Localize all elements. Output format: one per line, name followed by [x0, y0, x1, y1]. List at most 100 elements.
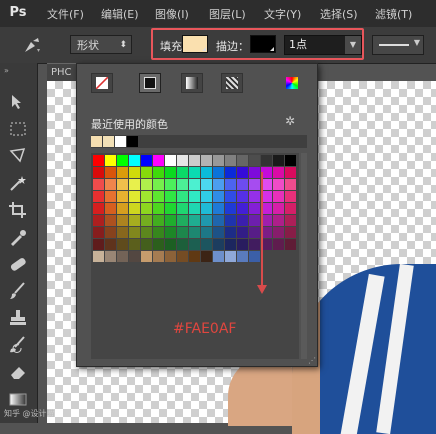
color-swatch[interactable] — [117, 167, 128, 178]
color-swatch[interactable] — [129, 191, 140, 202]
color-swatch[interactable] — [249, 155, 260, 166]
color-swatch[interactable] — [225, 215, 236, 226]
color-swatch[interactable] — [189, 191, 200, 202]
color-swatch[interactable] — [93, 179, 104, 190]
color-swatch[interactable] — [141, 227, 152, 238]
color-swatch[interactable] — [129, 155, 140, 166]
color-swatch[interactable] — [105, 251, 116, 262]
color-swatch[interactable] — [117, 179, 128, 190]
color-swatch[interactable] — [177, 203, 188, 214]
color-swatch[interactable] — [141, 155, 152, 166]
color-swatch[interactable] — [273, 239, 284, 250]
color-swatch[interactable] — [225, 155, 236, 166]
color-swatch[interactable] — [129, 179, 140, 190]
color-swatch[interactable] — [237, 167, 248, 178]
color-swatch[interactable] — [177, 215, 188, 226]
color-swatch[interactable] — [285, 155, 296, 166]
color-swatch[interactable] — [237, 179, 248, 190]
color-swatch[interactable] — [105, 191, 116, 202]
healing-brush-icon[interactable] — [8, 255, 28, 273]
recent-color-swatch[interactable] — [91, 136, 102, 147]
color-swatch[interactable] — [153, 179, 164, 190]
color-swatch[interactable] — [189, 203, 200, 214]
eraser-tool-icon[interactable] — [8, 363, 28, 381]
color-swatch[interactable] — [93, 251, 104, 262]
color-swatch[interactable] — [117, 191, 128, 202]
color-swatch[interactable] — [237, 227, 248, 238]
color-swatch[interactable] — [249, 191, 260, 202]
color-swatch[interactable] — [189, 227, 200, 238]
menu-filter[interactable]: 滤镜(T) — [375, 6, 412, 22]
color-swatch[interactable] — [285, 191, 296, 202]
lasso-tool-icon[interactable] — [8, 147, 28, 165]
color-swatch[interactable] — [153, 203, 164, 214]
color-swatch[interactable] — [249, 179, 260, 190]
color-swatch[interactable] — [201, 191, 212, 202]
shape-mode-select[interactable]: 形状 ⬍ — [70, 35, 132, 54]
color-swatch[interactable] — [153, 251, 164, 262]
color-swatch[interactable] — [237, 251, 248, 262]
color-swatch[interactable] — [285, 203, 296, 214]
color-swatch[interactable] — [105, 227, 116, 238]
menu-select[interactable]: 选择(S) — [320, 6, 358, 22]
color-swatch[interactable] — [189, 167, 200, 178]
color-swatch[interactable] — [129, 239, 140, 250]
color-swatch[interactable] — [93, 227, 104, 238]
color-swatch[interactable] — [141, 239, 152, 250]
color-swatch[interactable] — [225, 251, 236, 262]
magic-wand-icon[interactable] — [8, 174, 28, 192]
color-swatch[interactable] — [189, 239, 200, 250]
resize-grip-icon[interactable]: ⋰ — [308, 356, 316, 365]
color-swatch[interactable] — [165, 155, 176, 166]
gradient-button[interactable] — [181, 73, 203, 93]
recent-color-swatch[interactable] — [127, 136, 138, 147]
move-tool-icon[interactable] — [8, 93, 28, 111]
color-swatch[interactable] — [141, 203, 152, 214]
color-swatch[interactable] — [213, 191, 224, 202]
color-swatch[interactable] — [249, 251, 260, 262]
color-swatch[interactable] — [117, 203, 128, 214]
color-swatch[interactable] — [129, 167, 140, 178]
color-swatch[interactable] — [165, 251, 176, 262]
color-swatch[interactable] — [249, 227, 260, 238]
color-swatch[interactable] — [93, 215, 104, 226]
color-swatch[interactable] — [93, 167, 104, 178]
color-swatch[interactable] — [237, 191, 248, 202]
color-swatch[interactable] — [141, 191, 152, 202]
color-swatch[interactable] — [117, 215, 128, 226]
color-swatch[interactable] — [165, 215, 176, 226]
color-swatch[interactable] — [177, 191, 188, 202]
color-swatch[interactable] — [165, 191, 176, 202]
color-swatch[interactable] — [165, 203, 176, 214]
color-swatch[interactable] — [105, 215, 116, 226]
color-swatch[interactable] — [189, 155, 200, 166]
color-swatch[interactable] — [213, 179, 224, 190]
color-swatch[interactable] — [213, 251, 224, 262]
color-swatch[interactable] — [189, 215, 200, 226]
color-swatch[interactable] — [213, 239, 224, 250]
color-swatch[interactable] — [105, 179, 116, 190]
pattern-button[interactable] — [221, 73, 243, 93]
color-swatch[interactable] — [201, 215, 212, 226]
document-tab[interactable]: PHC — [47, 63, 77, 81]
color-swatch[interactable] — [117, 227, 128, 238]
color-swatch[interactable] — [213, 215, 224, 226]
color-swatch[interactable] — [273, 155, 284, 166]
color-swatch[interactable] — [177, 167, 188, 178]
color-swatch[interactable] — [165, 179, 176, 190]
color-swatch[interactable] — [249, 215, 260, 226]
color-swatch[interactable] — [213, 155, 224, 166]
panel-grip-icon[interactable]: » — [4, 66, 9, 75]
color-swatch[interactable] — [285, 167, 296, 178]
color-swatch[interactable] — [165, 227, 176, 238]
color-swatch[interactable] — [153, 191, 164, 202]
color-swatch[interactable] — [273, 179, 284, 190]
color-swatch[interactable] — [117, 155, 128, 166]
color-swatch[interactable] — [225, 167, 236, 178]
color-swatch[interactable] — [201, 179, 212, 190]
history-brush-icon[interactable] — [8, 336, 28, 354]
stroke-type-select[interactable]: ▼ — [372, 35, 424, 55]
color-swatch[interactable] — [285, 215, 296, 226]
color-swatch[interactable] — [237, 203, 248, 214]
color-swatch[interactable] — [177, 251, 188, 262]
